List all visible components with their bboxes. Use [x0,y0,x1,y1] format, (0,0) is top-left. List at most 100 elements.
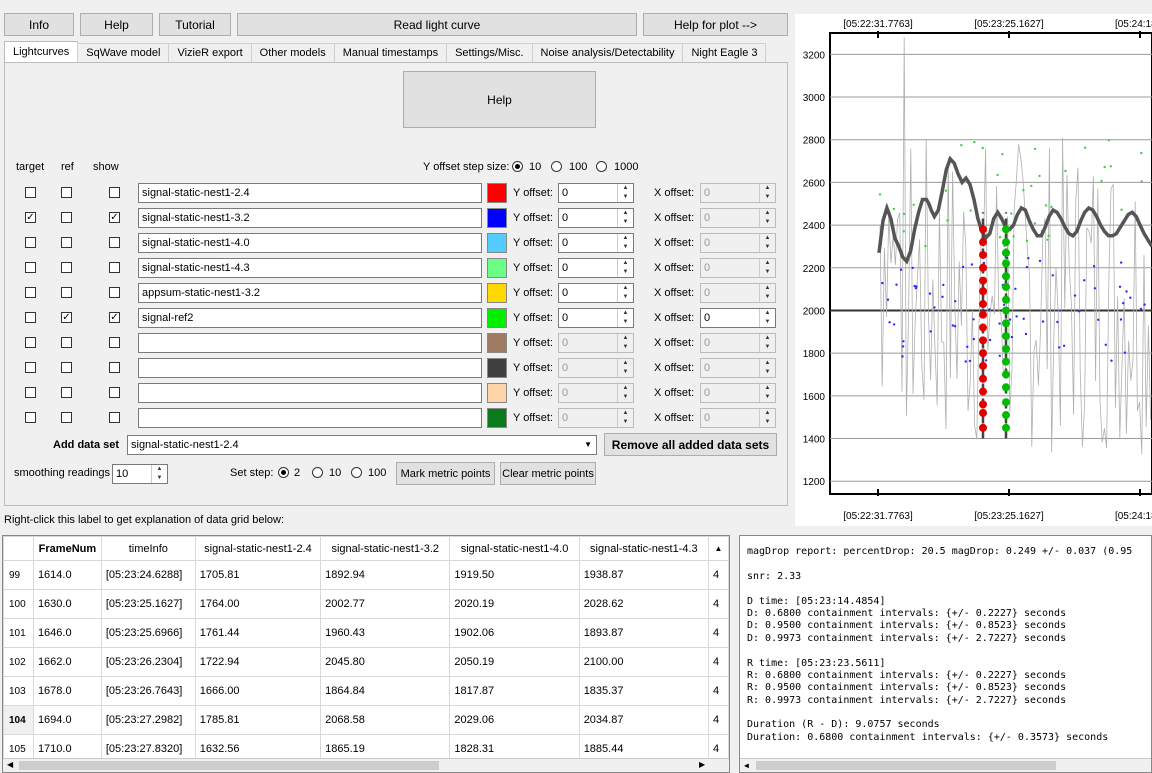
x-offset-stepper[interactable]: 0 ▲ ▼ [700,333,776,353]
stepper-arrows-icon[interactable]: ▲ ▼ [617,359,633,377]
color-swatch[interactable] [487,233,507,253]
row-index[interactable]: 102 [3,647,34,677]
row-index[interactable]: 100 [3,589,34,619]
target-checkbox[interactable] [25,262,36,273]
help-for-plot-button[interactable]: Help for plot --> [643,13,788,36]
read-light-curve-button[interactable]: Read light curve [237,13,637,36]
x-offset-stepper[interactable]: 0 ▲ ▼ [700,208,776,228]
show-checkbox[interactable] [109,237,120,248]
table-cell[interactable]: [05:23:24.6288] [100,560,196,590]
clear-metric-button[interactable]: Clear metric points [500,462,596,485]
y-offset-stepper[interactable]: 0 ▲ ▼ [558,208,634,228]
table-cell[interactable]: 2050.19 [449,647,580,677]
stepper-arrows-icon[interactable]: ▲ ▼ [617,259,633,277]
table-cell[interactable]: 2034.87 [578,705,709,735]
x-offset-stepper[interactable]: 0 ▲ ▼ [700,233,776,253]
dataset-name-field[interactable] [138,383,482,403]
dataset-name-field[interactable] [138,408,482,428]
dataset-name-field[interactable]: signal-ref2 [138,308,482,328]
show-checkbox[interactable] [109,337,120,348]
tab-sqwave-model[interactable]: SqWave model [77,43,170,63]
target-checkbox[interactable] [25,362,36,373]
color-swatch[interactable] [487,183,507,203]
show-checkbox[interactable] [109,287,120,298]
y-offset-stepper[interactable]: 0 ▲ ▼ [558,383,634,403]
x-offset-stepper[interactable]: 0 ▲ ▼ [700,258,776,278]
set-step-10-radio[interactable] [312,467,323,478]
color-swatch[interactable] [487,333,507,353]
show-checkbox[interactable] [109,262,120,273]
tab-manual-timestamps[interactable]: Manual timestamps [333,43,448,63]
color-swatch[interactable] [487,258,507,278]
row-index[interactable]: 101 [3,618,34,648]
dataset-name-field[interactable]: signal-static-nest1-4.3 [138,258,482,278]
table-row[interactable]: 103 1678.0 [05:23:26.7643] 1666.00 1864.84 18… [3,676,729,706]
stepper-arrows-icon[interactable]: ▲ ▼ [617,234,633,252]
column-header[interactable]: signal-static-nest1-4.3 [578,536,709,561]
table-cell[interactable]: 2029.06 [449,705,580,735]
table-cell[interactable]: 1694.0 [32,705,102,735]
column-header[interactable]: signal-static-nest1-4.0 [449,536,580,561]
x-offset-stepper[interactable]: 0 ▲ ▼ [700,308,776,328]
stepper-arrows-icon[interactable]: ▲ ▼ [617,284,633,302]
table-cell[interactable]: 4 [707,705,729,735]
ref-checkbox[interactable] [61,362,72,373]
dataset-name-field[interactable]: appsum-static-nest1-3.2 [138,283,482,303]
table-cell[interactable]: 1938.87 [578,560,709,590]
y-offset-stepper[interactable]: 0 ▲ ▼ [558,283,634,303]
color-swatch[interactable] [487,208,507,228]
table-cell[interactable]: 2045.80 [320,647,451,677]
stepper-arrows-icon[interactable]: ▲ ▼ [617,409,633,427]
horizontal-scrollbar[interactable]: ◀ ▶ [3,758,729,772]
table-cell[interactable]: 1722.94 [194,647,322,677]
ref-checkbox[interactable] [61,337,72,348]
tab-noise-analysis[interactable]: Noise analysis/Detectability [531,43,684,63]
table-cell[interactable]: 1764.00 [194,589,322,619]
table-cell[interactable]: 1785.81 [194,705,322,735]
show-checkbox[interactable] [109,362,120,373]
tab-lightcurves[interactable]: Lightcurves [4,41,79,63]
table-row[interactable]: 101 1646.0 [05:23:25.6966] 1761.44 1960.43 19… [3,618,729,648]
report-scrollbar[interactable]: ◀ [740,758,1151,772]
x-offset-stepper[interactable]: 0 ▲ ▼ [700,383,776,403]
table-cell[interactable]: 1630.0 [32,589,102,619]
stepper-arrows-icon[interactable]: ▲ ▼ [617,309,633,327]
table-cell[interactable]: [05:23:26.7643] [100,676,196,706]
row-index[interactable]: 99 [3,560,34,590]
target-checkbox[interactable] [25,412,36,423]
tutorial-button[interactable]: Tutorial [159,13,231,36]
target-checkbox[interactable] [25,337,36,348]
stepper-arrows-icon[interactable]: ▲ ▼ [759,234,775,252]
column-header[interactable]: signal-static-nest1-2.4 [194,536,322,561]
scroll-right-icon[interactable]: ▶ [699,760,705,769]
stepper-arrows-icon[interactable]: ▲ ▼ [759,384,775,402]
table-cell[interactable]: 4 [707,589,729,619]
info-button[interactable]: Info [4,13,74,36]
table-cell[interactable]: 1892.94 [320,560,451,590]
target-checkbox[interactable] [25,387,36,398]
table-cell[interactable]: [05:23:27.2982] [100,705,196,735]
x-offset-stepper[interactable]: 0 ▲ ▼ [700,358,776,378]
ref-checkbox[interactable] [61,212,72,223]
y-offset-stepper[interactable]: 0 ▲ ▼ [558,308,634,328]
table-cell[interactable]: 2028.62 [578,589,709,619]
column-header[interactable]: FrameNum [32,536,102,561]
x-offset-stepper[interactable]: 0 ▲ ▼ [700,283,776,303]
color-swatch[interactable] [487,383,507,403]
light-curve-svg[interactable]: 1200 1400 1600 1800 2000 2200 2400 2600 2800 3000… [795,14,1152,526]
target-checkbox[interactable] [25,287,36,298]
show-checkbox[interactable] [109,412,120,423]
table-cell[interactable]: 2100.00 [578,647,709,677]
color-swatch[interactable] [487,408,507,428]
table-cell[interactable]: [05:23:25.1627] [100,589,196,619]
table-cell[interactable]: 1678.0 [32,676,102,706]
y-step-10-radio[interactable] [512,161,523,172]
stepper-arrows-icon[interactable]: ▲ ▼ [759,309,775,327]
table-row[interactable]: 99 1614.0 [05:23:24.6288] 1705.81 1892.94 191… [3,560,729,590]
ref-checkbox[interactable] [61,287,72,298]
target-checkbox[interactable] [25,187,36,198]
stepper-arrows-icon[interactable]: ▲ ▼ [151,465,167,483]
stepper-arrows-icon[interactable]: ▲ ▼ [759,409,775,427]
tab-settings-misc[interactable]: Settings/Misc. [446,43,533,63]
stepper-arrows-icon[interactable]: ▲ ▼ [759,334,775,352]
